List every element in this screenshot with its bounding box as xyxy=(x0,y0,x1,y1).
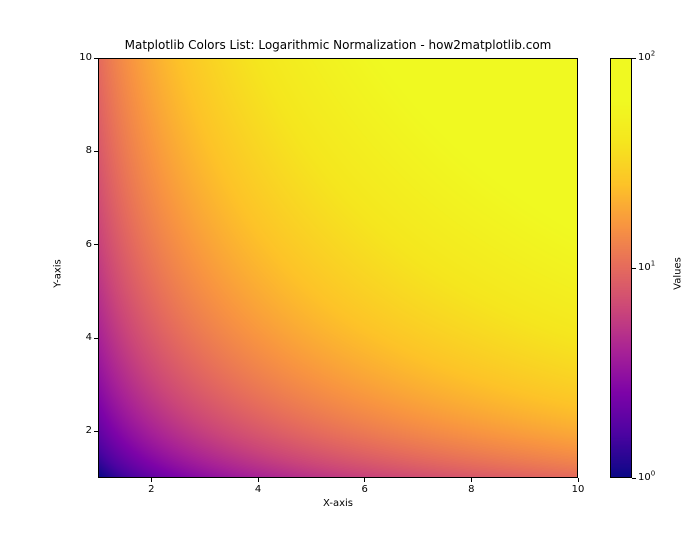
x-axis-label: X-axis xyxy=(98,498,578,509)
x-tick-label: 8 xyxy=(461,484,481,495)
chart-title: Matplotlib Colors List: Logarithmic Norm… xyxy=(98,38,578,52)
colorbar-label: Values xyxy=(673,244,684,304)
y-tick-mark xyxy=(94,338,98,339)
x-tick-mark xyxy=(364,478,365,482)
x-tick-mark xyxy=(151,478,152,482)
y-tick-label: 4 xyxy=(86,332,92,343)
y-tick-label: 8 xyxy=(86,145,92,156)
x-tick-mark xyxy=(471,478,472,482)
x-tick-mark xyxy=(578,478,579,482)
y-tick-label: 2 xyxy=(86,425,92,436)
y-tick-mark xyxy=(94,58,98,59)
x-tick-mark xyxy=(258,478,259,482)
colorbar-tick-label: 100 xyxy=(638,472,655,483)
colorbar-tick-label: 101 xyxy=(638,262,655,273)
y-tick-label: 6 xyxy=(86,239,92,250)
colorbar-gradient xyxy=(611,59,631,477)
colorbar-tick-label: 102 xyxy=(638,52,655,63)
x-tick-label: 4 xyxy=(248,484,268,495)
heatmap-axes xyxy=(98,58,578,478)
y-tick-mark xyxy=(94,431,98,432)
colorbar-tick-mark xyxy=(632,58,636,59)
y-tick-label: 10 xyxy=(79,52,92,63)
colorbar-tick-mark xyxy=(632,478,636,479)
y-tick-mark xyxy=(94,244,98,245)
y-tick-mark xyxy=(94,151,98,152)
y-axis-label: Y-axis xyxy=(53,244,64,304)
colorbar xyxy=(610,58,632,478)
figure: Matplotlib Colors List: Logarithmic Norm… xyxy=(0,0,700,560)
colorbar-tick-mark xyxy=(632,268,636,269)
x-tick-label: 2 xyxy=(141,484,161,495)
x-tick-label: 10 xyxy=(568,484,588,495)
x-tick-label: 6 xyxy=(355,484,375,495)
heatmap-image xyxy=(99,59,577,477)
